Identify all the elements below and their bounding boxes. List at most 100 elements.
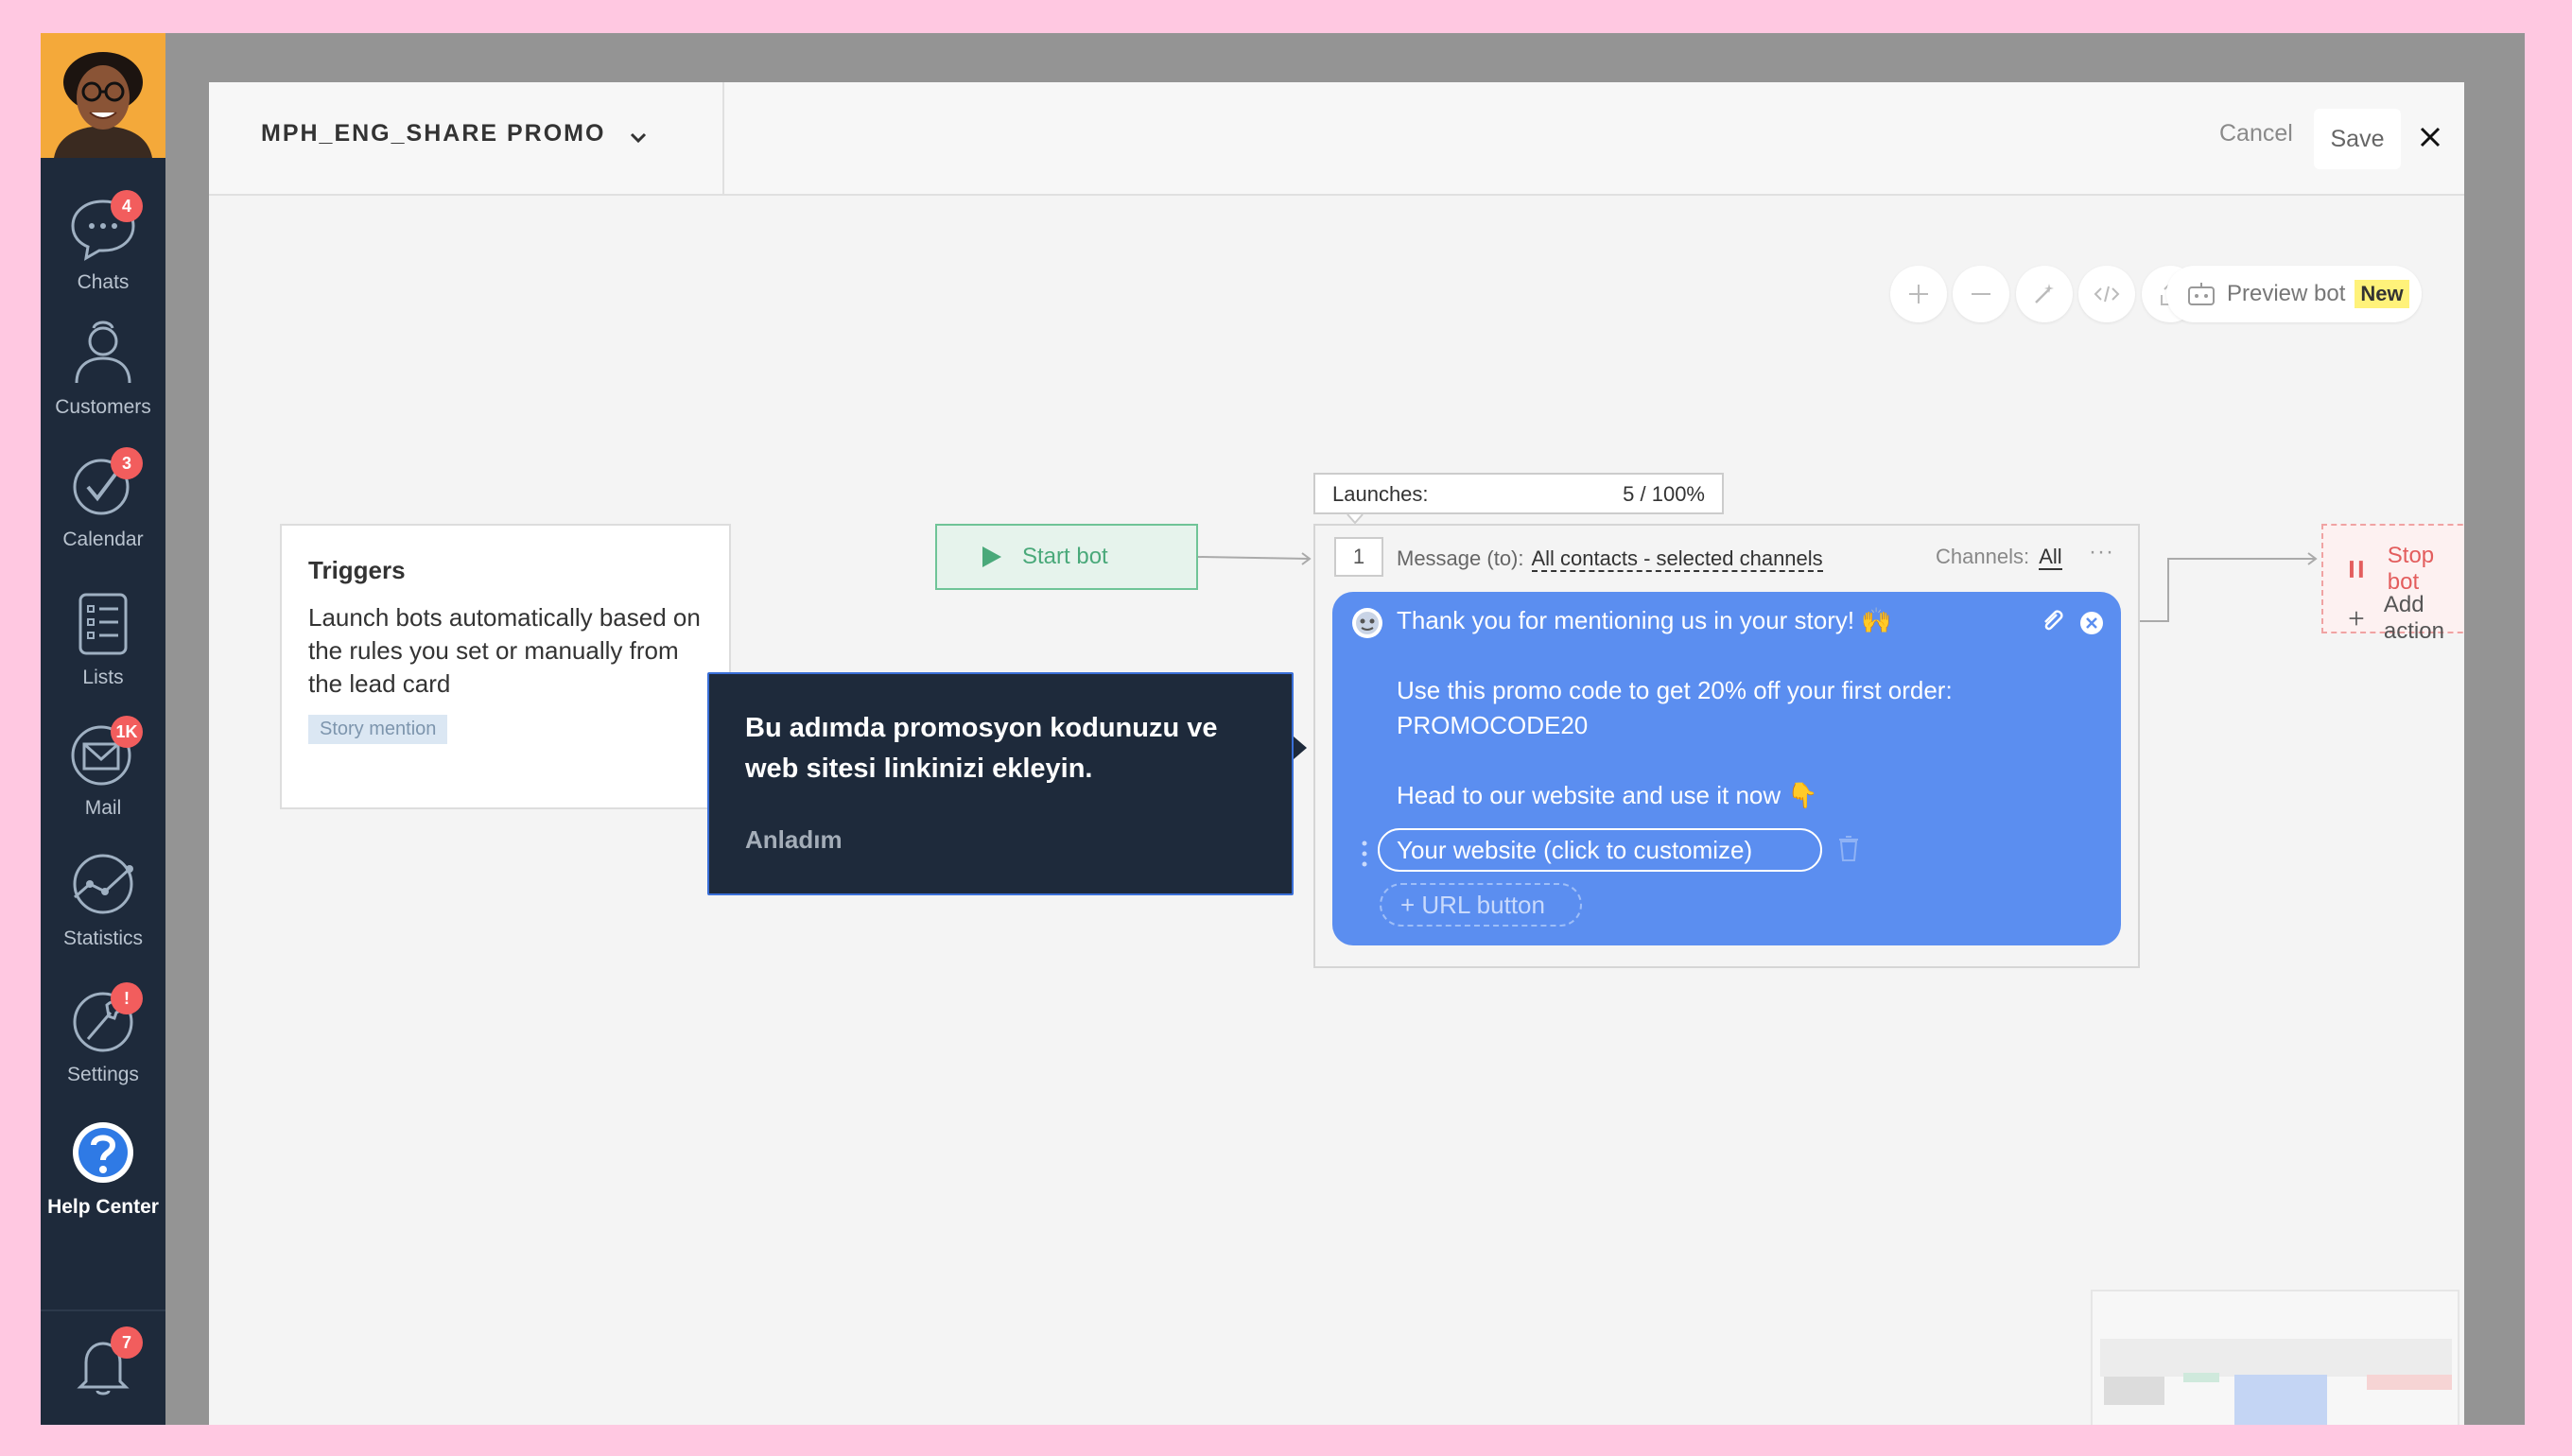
message-line — [1397, 638, 2002, 673]
remove-icon[interactable] — [2079, 611, 2104, 635]
channels-link[interactable]: All — [2039, 545, 2062, 570]
message-recipients: Message (to): All contacts - selected cha… — [1397, 546, 1823, 572]
cancel-button[interactable]: Cancel — [2219, 120, 2293, 147]
message-line: PROMOCODE20 — [1397, 711, 1589, 739]
bell-icon: 7 — [67, 1326, 143, 1400]
channels-label: Channels: — [1936, 545, 2030, 568]
launches-value: 5 / 100% — [1623, 482, 1705, 506]
start-bot-node[interactable]: Start bot — [935, 524, 1198, 590]
tooltip-arrow — [1294, 737, 1307, 759]
sidebar-item-label: Mail — [84, 797, 122, 819]
stop-bot-button[interactable]: Stop bot — [2348, 543, 2464, 596]
plus-icon — [2349, 611, 2364, 626]
actions-node: Stop bot Add action — [2321, 524, 2464, 644]
zoom-out-button[interactable] — [1953, 266, 2009, 322]
sidebar-item-chats[interactable]: 4 Chats — [41, 190, 165, 305]
message-bubble[interactable]: Thank you for mentioning us in your stor… — [1332, 592, 2121, 945]
chats-badge: 4 — [111, 190, 143, 222]
sidebar-item-help-center[interactable]: Help Center — [41, 1117, 165, 1230]
settings-icon: ! — [67, 982, 143, 1056]
zoom-in-button[interactable] — [1890, 266, 1947, 322]
lists-icon — [67, 587, 139, 659]
launches-label: Launches: — [1332, 482, 1429, 506]
sidebar-item-label: Calendar — [62, 529, 144, 550]
pause-icon — [2349, 561, 2363, 578]
triggers-description: Launch bots automatically based on the r… — [308, 603, 701, 698]
add-action-label: Add action — [2383, 592, 2444, 644]
minus-icon — [1972, 293, 1990, 295]
sidebar-item-label: Customers — [55, 396, 151, 418]
message-step[interactable]: 1 Message (to): All contacts - selected c… — [1313, 524, 2140, 968]
chevron-down-icon[interactable] — [625, 124, 652, 150]
channels-selector: Channels: All — [1936, 545, 2062, 570]
triggers-card[interactable]: Triggers Launch bots automatically based… — [280, 524, 731, 809]
notifications-badge: 7 — [111, 1326, 143, 1359]
step-number: 1 — [1334, 537, 1383, 577]
code-button[interactable] — [2078, 266, 2135, 322]
mail-icon: 1K — [67, 716, 143, 789]
sidebar-item-label: Lists — [82, 667, 124, 688]
preview-bot-label: Preview bot — [2227, 281, 2346, 306]
message-line — [1397, 743, 2002, 778]
tooltip-text: Bu adımda promosyon kodunuzu ve web site… — [745, 713, 1218, 784]
app-window: 4 Chats Customers 3 Calendar Lists 1K Ma… — [41, 33, 2525, 1425]
paperclip-icon[interactable] — [2040, 607, 2066, 635]
sidebar-item-customers[interactable]: Customers — [41, 317, 165, 430]
play-icon — [982, 546, 1001, 567]
message-to-label: Message (to): — [1397, 546, 1524, 570]
user-avatar[interactable] — [41, 33, 165, 158]
sidebar-item-mail[interactable]: 1K Mail — [41, 716, 165, 831]
code-icon — [2094, 286, 2120, 303]
message-line: Thank you for mentioning us in your stor… — [1397, 606, 1892, 634]
calendar-badge: 3 — [111, 447, 143, 479]
sidebar-item-label: Chats — [77, 271, 130, 293]
sidebar: 4 Chats Customers 3 Calendar Lists 1K Ma… — [41, 33, 165, 1425]
close-icon[interactable] — [2416, 123, 2444, 151]
trigger-tag[interactable]: Story mention — [308, 715, 448, 744]
start-bot-label: Start bot — [1022, 544, 1108, 569]
sidebar-item-label: Help Center — [47, 1196, 159, 1218]
launches-stats: Launches: 5 / 100% — [1313, 473, 1724, 514]
sidebar-item-settings[interactable]: ! Settings — [41, 982, 165, 1098]
recipients-link[interactable]: All contacts - selected channels — [1531, 546, 1823, 572]
plus-icon — [1909, 285, 1928, 303]
settings-badge: ! — [111, 982, 143, 1014]
sidebar-item-label: Settings — [67, 1064, 139, 1085]
message-line: Use this promo code to get 20% off your … — [1397, 676, 1953, 704]
website-button[interactable]: Your website (click to customize) — [1378, 828, 1822, 872]
add-url-button[interactable]: + URL button — [1380, 883, 1582, 927]
sidebar-item-lists[interactable]: Lists — [41, 587, 165, 701]
customers-icon — [67, 317, 139, 389]
statistics-icon — [67, 848, 139, 920]
bot-name[interactable]: MPH_ENG_SHARE PROMO C — [261, 120, 611, 147]
drag-handle-icon[interactable] — [1361, 840, 1368, 868]
calendar-check-icon: 3 — [67, 447, 143, 521]
stop-bot-label: Stop bot — [2387, 543, 2435, 595]
minimap-preview — [2100, 1339, 2452, 1425]
sidebar-item-label: Statistics — [62, 927, 144, 949]
magic-wand-icon — [2035, 284, 2054, 303]
canvas-minimap[interactable] — [2091, 1290, 2459, 1425]
new-tag: New — [2355, 280, 2409, 308]
auto-arrange-button[interactable] — [2016, 266, 2073, 322]
header-divider — [722, 82, 724, 194]
notifications-button[interactable]: 7 — [41, 1326, 165, 1425]
message-text[interactable]: Thank you for mentioning us in your stor… — [1397, 603, 2002, 813]
triggers-title: Triggers — [308, 556, 406, 584]
more-options-button[interactable]: ··· — [2089, 539, 2114, 565]
preview-bot-button[interactable]: Preview bot New — [2166, 266, 2422, 322]
tooltip-dismiss-button[interactable]: Anladım — [745, 825, 843, 855]
bot-avatar-icon — [1352, 608, 1382, 638]
sidebar-item-calendar[interactable]: 3 Calendar — [41, 447, 165, 563]
add-action-button[interactable]: Add action — [2348, 592, 2464, 645]
trash-icon[interactable] — [1837, 834, 1860, 862]
robot-icon — [2188, 283, 2215, 305]
bot-editor-panel: MPH_ENG_SHARE PROMO C Cancel Save Previe… — [209, 82, 2464, 1425]
chat-icon: 4 — [67, 190, 143, 264]
onboarding-tooltip: Bu adımda promosyon kodunuzu ve web site… — [707, 672, 1307, 895]
sidebar-divider — [41, 1309, 165, 1311]
mail-badge: 1K — [111, 716, 143, 748]
help-icon — [67, 1117, 139, 1188]
sidebar-item-statistics[interactable]: Statistics — [41, 848, 165, 962]
save-button[interactable]: Save — [2314, 109, 2401, 169]
